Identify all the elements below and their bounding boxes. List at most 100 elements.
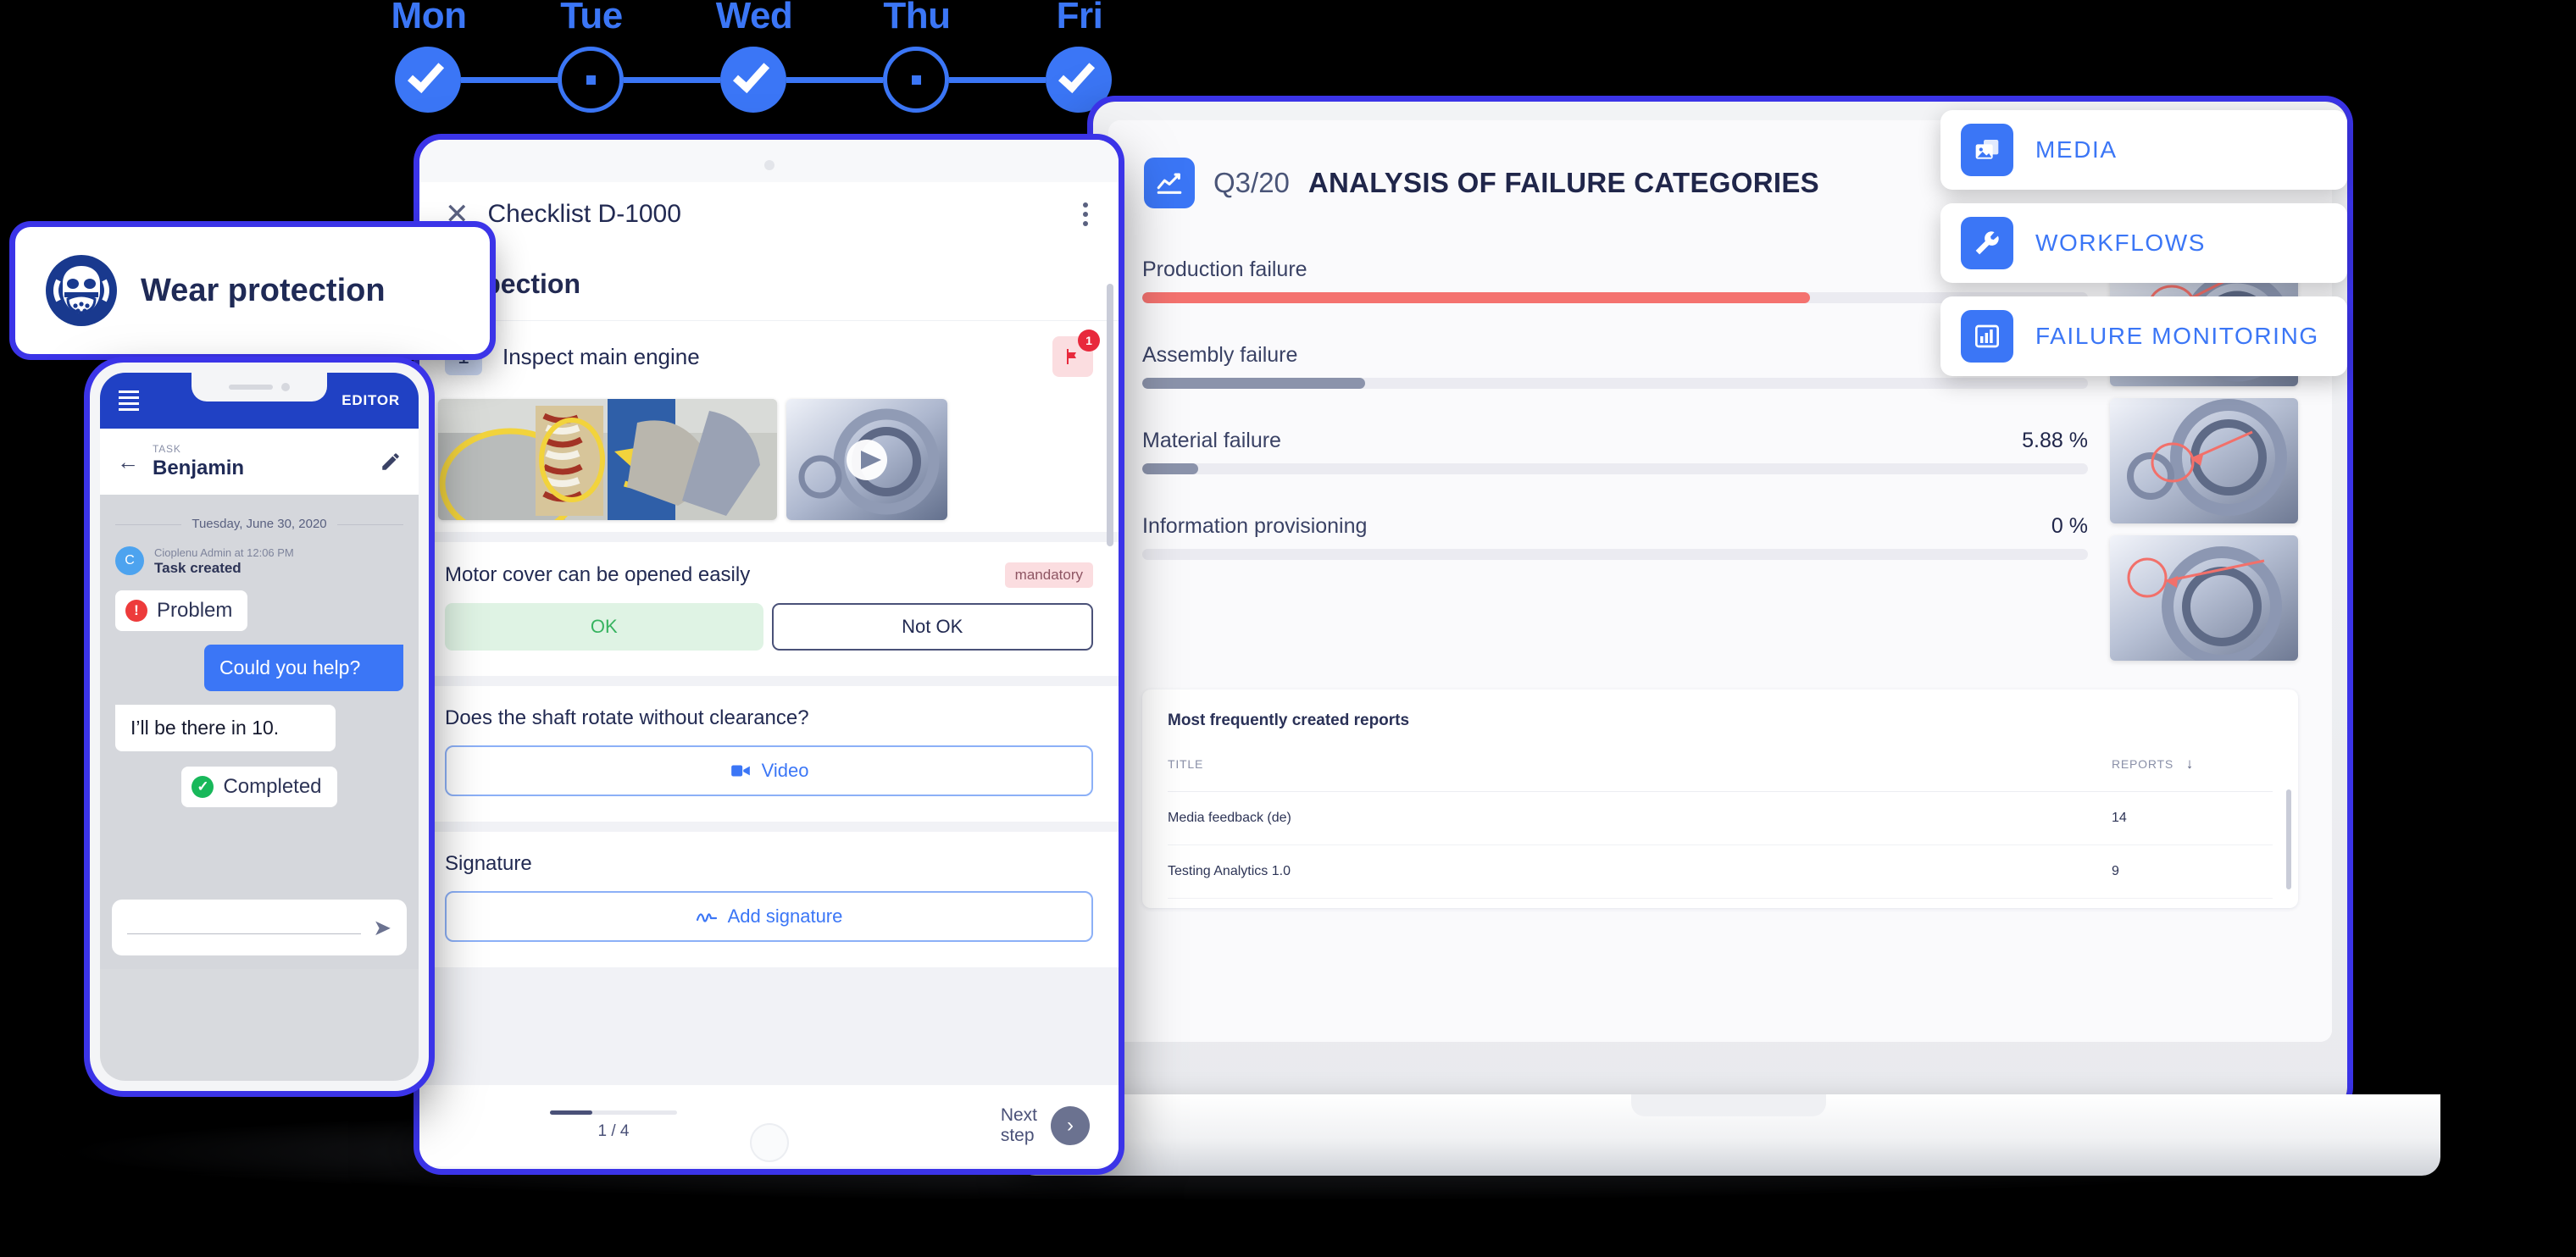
kebab-menu-icon[interactable] <box>1078 197 1093 231</box>
problem-label: Problem <box>157 599 233 622</box>
close-icon[interactable]: ✕ <box>445 200 469 229</box>
arrow-left-icon[interactable]: ← <box>117 449 139 475</box>
question-text: Motor cover can be opened easily <box>445 563 751 586</box>
bar-chart-icon <box>1961 310 2013 363</box>
dot-icon <box>586 75 596 85</box>
bar-fill <box>1142 378 1365 389</box>
video-camera-icon <box>730 765 750 777</box>
stepper-node-tue[interactable] <box>558 47 624 113</box>
weekday-label-wed: Wed <box>715 0 793 36</box>
signature-title: Signature <box>445 852 532 875</box>
phone-device: EDITOR ← TASK Benjamin Tuesday, June 30,… <box>90 363 429 1091</box>
cell-reports: 9 <box>2112 844 2273 899</box>
bar-label: Information provisioning <box>1142 514 1368 538</box>
weekday-label-fri: Fri <box>1056 0 1103 36</box>
bar-row-material-failure: Material failure 5.88 % <box>1142 429 2088 474</box>
send-icon[interactable]: ➤ <box>373 915 391 941</box>
chat-event-task-created: C Cioplenu Admin at 12:06 PM Task create… <box>115 546 403 577</box>
bar-row-information-provisioning: Information provisioning 0 % <box>1142 514 2088 560</box>
feature-menu: MEDIA WORKFLOWS FAILURE MONITORING <box>1940 110 2347 390</box>
weekday-label-mon: Mon <box>391 0 467 36</box>
editor-mode-label[interactable]: EDITOR <box>341 392 400 409</box>
weekday-label-thu: Thu <box>883 0 951 36</box>
table-row[interactable]: Media feedback (de) 14 <box>1168 791 2273 845</box>
menu-item-media[interactable]: MEDIA <box>1940 110 2347 190</box>
gear-annotated-thumbnail-3[interactable] <box>2110 535 2298 661</box>
stepper-node-mon[interactable] <box>395 47 461 113</box>
video-button[interactable]: Video <box>445 745 1093 796</box>
chat-input-bar[interactable]: ➤ <box>112 900 407 955</box>
gear-annotated-thumbnail-2[interactable] <box>2110 398 2298 523</box>
table-header-row: TITLE REPORTS ↓ <box>1168 747 2273 792</box>
menu-item-workflows[interactable]: WORKFLOWS <box>1940 203 2347 283</box>
checklist-photo-strip <box>419 396 1119 532</box>
gearbox-video-thumbnail[interactable] <box>786 399 947 520</box>
menu-item-failure-monitoring[interactable]: FAILURE MONITORING <box>1940 296 2347 376</box>
check-icon <box>407 55 445 93</box>
chevron-right-icon[interactable]: › <box>1051 1106 1090 1145</box>
earpiece-speaker <box>229 385 273 390</box>
chat-date-divider: Tuesday, June 30, 2020 <box>115 517 403 531</box>
table-row[interactable]: Testing Analytics 1.0 9 <box>1168 844 2273 899</box>
next-step-button[interactable]: Next step › <box>1001 1105 1090 1146</box>
column-header-reports[interactable]: REPORTS ↓ <box>2112 747 2273 792</box>
stepper-connector-2 <box>624 77 720 83</box>
phone-chat-thread: Tuesday, June 30, 2020 C Cioplenu Admin … <box>100 495 419 969</box>
check-icon <box>1058 55 1096 93</box>
mandatory-badge: mandatory <box>1004 562 1093 588</box>
cell-reports: 7 <box>2112 898 2273 908</box>
option-ok-button[interactable]: OK <box>445 603 763 651</box>
stepper-connector-3 <box>786 77 883 83</box>
progress-fill <box>550 1110 592 1115</box>
status-badge-completed-wrap: ✓ Completed <box>115 767 403 807</box>
video-button-label: Video <box>761 760 809 781</box>
phone-notch <box>192 373 327 401</box>
checklist-item-row[interactable]: 1 Inspect main engine 1 <box>419 320 1119 396</box>
weekday-label-tue: Tue <box>560 0 623 36</box>
next-step-label: Next step <box>1001 1105 1037 1146</box>
checklist-progress: 1 / 4 <box>550 1110 677 1141</box>
bar-label: Assembly failure <box>1142 343 1298 367</box>
stepper-node-thu[interactable] <box>883 47 949 113</box>
add-signature-button[interactable]: Add signature <box>445 891 1093 942</box>
stepper-node-wed[interactable] <box>720 47 786 113</box>
cell-title: Test SV recurring <box>1168 898 2112 908</box>
check-circle-icon: ✓ <box>192 776 214 798</box>
progress-label: 1 / 4 <box>597 1122 630 1140</box>
flag-icon[interactable]: 1 <box>1052 329 1100 377</box>
table-row[interactable]: Test SV recurring 7 <box>1168 898 2273 908</box>
checklist-question-card-2: Does the shaft rotate without clearance?… <box>419 686 1119 822</box>
checklist-scrollbar[interactable] <box>1107 284 1113 546</box>
dot-icon <box>911 75 921 85</box>
stepper-connector-1 <box>461 77 558 83</box>
respirator-mask-icon <box>46 255 117 326</box>
bar-label: Material failure <box>1142 429 1281 452</box>
arrow-down-icon[interactable]: ↓ <box>2186 756 2194 772</box>
checklist-section-title: Inspection <box>419 246 1119 320</box>
progress-track <box>550 1110 677 1115</box>
front-camera-icon <box>281 383 290 391</box>
tablet-home-button[interactable] <box>749 1123 789 1162</box>
column-header-title[interactable]: TITLE <box>1168 747 2112 792</box>
option-not-ok-button[interactable]: Not OK <box>771 603 1093 651</box>
phone-appbar: EDITOR <box>100 373 419 429</box>
status-badge-problem: ! Problem <box>115 590 248 631</box>
reports-table: TITLE REPORTS ↓ Media feedback (de) 14 T… <box>1168 747 2273 908</box>
tablet-topbar <box>419 140 1119 182</box>
phone-task-bar: ← TASK Benjamin <box>100 429 419 495</box>
next-step-line2: step <box>1000 1126 1035 1145</box>
hamburger-icon[interactable] <box>119 390 139 411</box>
media-images-icon <box>1961 124 2013 176</box>
task-eyebrow: TASK <box>153 443 181 455</box>
next-step-line1: Next <box>1000 1105 1037 1125</box>
most-frequent-reports-card: Most frequently created reports TITLE RE… <box>1142 689 2298 908</box>
pencil-icon[interactable] <box>380 451 402 473</box>
add-signature-label: Add signature <box>727 905 843 927</box>
bar-track <box>1142 549 2088 560</box>
motor-winding-photo[interactable] <box>438 399 777 520</box>
composite-product-screenshot: Mon Tue Wed Thu Fri Q3/20 ANALYSIS OF FA… <box>0 0 2576 1257</box>
chat-input-field[interactable] <box>127 933 362 934</box>
cell-title: Media feedback (de) <box>1168 791 2112 845</box>
checklist-scroll-area: Inspection 1 Inspect main engine 1 Motor… <box>419 246 1119 1085</box>
reports-scrollbar[interactable] <box>2286 789 2291 889</box>
